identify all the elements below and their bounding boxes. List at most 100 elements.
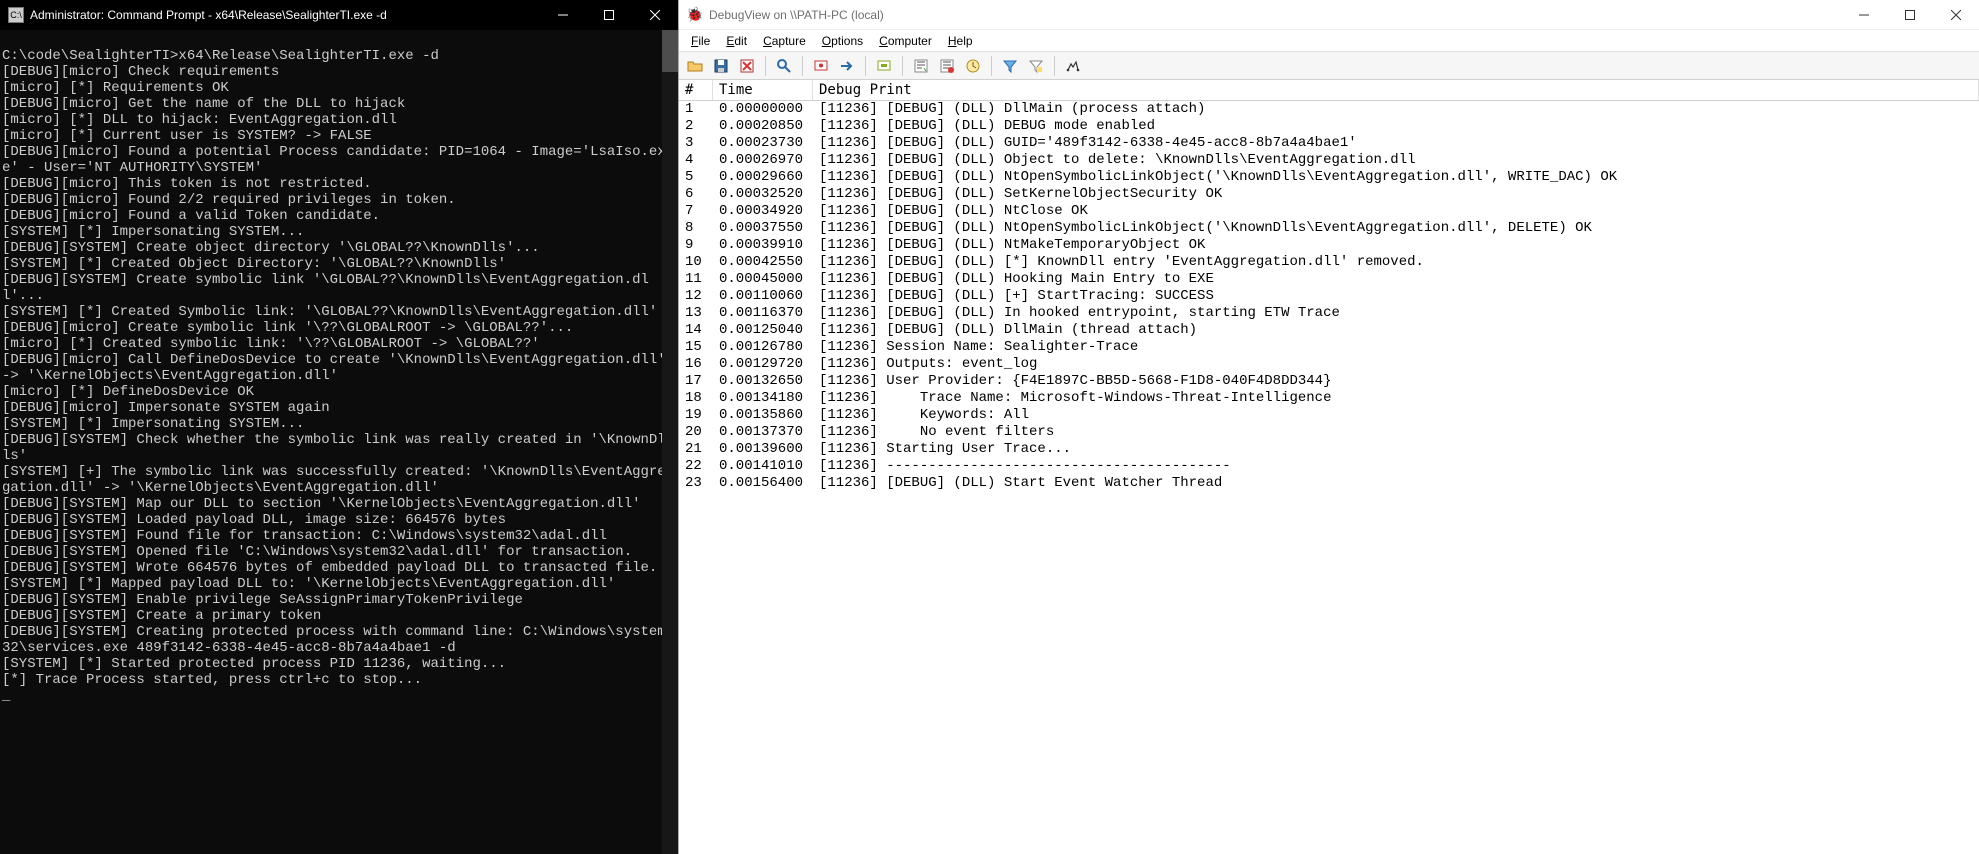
row-time: 0.00126780: [713, 339, 813, 356]
table-row[interactable]: 200.00137370[11236] No event filters: [679, 424, 1979, 441]
dv-list-header[interactable]: # Time Debug Print: [679, 80, 1979, 101]
row-number: 16: [679, 356, 713, 373]
row-number: 11: [679, 271, 713, 288]
highlight-icon[interactable]: [1024, 55, 1048, 77]
clear-icon[interactable]: [735, 55, 759, 77]
minimize-button[interactable]: [1841, 0, 1887, 30]
row-time: 0.00042550: [713, 254, 813, 271]
row-number: 13: [679, 305, 713, 322]
table-row[interactable]: 20.00020850[11236] [DEBUG] (DLL) DEBUG m…: [679, 118, 1979, 135]
row-print: [11236] [DEBUG] (DLL) GUID='489f3142-633…: [813, 135, 1979, 152]
menu-computer[interactable]: Computer: [871, 32, 940, 50]
cmd-titlebar[interactable]: C:\ Administrator: Command Prompt - x64\…: [0, 0, 678, 30]
row-number: 22: [679, 458, 713, 475]
row-print: [11236] User Provider: {F4E1897C-BB5D-56…: [813, 373, 1979, 390]
table-row[interactable]: 220.00141010[11236] --------------------…: [679, 458, 1979, 475]
row-print: [11236] [DEBUG] (DLL) SetKernelObjectSec…: [813, 186, 1979, 203]
capture-kernel-icon[interactable]: [872, 55, 896, 77]
toolbar-separator: [1054, 56, 1055, 76]
row-number: 15: [679, 339, 713, 356]
close-button[interactable]: [1933, 0, 1979, 30]
row-number: 4: [679, 152, 713, 169]
row-print: [11236] [DEBUG] (DLL) NtOpenSymbolicLink…: [813, 220, 1979, 237]
row-number: 21: [679, 441, 713, 458]
minimize-button[interactable]: [540, 0, 586, 30]
menu-edit[interactable]: Edit: [718, 32, 755, 50]
maximize-button[interactable]: [1887, 0, 1933, 30]
table-row[interactable]: 90.00039910[11236] [DEBUG] (DLL) NtMakeT…: [679, 237, 1979, 254]
cmd-icon: C:\: [8, 7, 24, 23]
table-row[interactable]: 170.00132650[11236] User Provider: {F4E1…: [679, 373, 1979, 390]
table-row[interactable]: 30.00023730[11236] [DEBUG] (DLL) GUID='4…: [679, 135, 1979, 152]
table-row[interactable]: 40.00026970[11236] [DEBUG] (DLL) Object …: [679, 152, 1979, 169]
dv-titlebar[interactable]: 🐞 DebugView on \\PATH-PC (local): [679, 0, 1979, 30]
row-time: 0.00023730: [713, 135, 813, 152]
row-time: 0.00032520: [713, 186, 813, 203]
row-number: 14: [679, 322, 713, 339]
row-print: [11236] [DEBUG] (DLL) DEBUG mode enabled: [813, 118, 1979, 135]
table-row[interactable]: 50.00029660[11236] [DEBUG] (DLL) NtOpenS…: [679, 169, 1979, 186]
dv-toolbar: [679, 52, 1979, 80]
maximize-button[interactable]: [586, 0, 632, 30]
dv-list[interactable]: # Time Debug Print 10.00000000[11236] [D…: [679, 80, 1979, 854]
row-print: [11236] [DEBUG] (DLL) Start Event Watche…: [813, 475, 1979, 492]
cmd-scrollbar[interactable]: [662, 30, 678, 854]
history-icon[interactable]: [1061, 55, 1085, 77]
menu-file[interactable]: File: [683, 32, 718, 50]
row-print: [11236] [DEBUG] (DLL) NtMakeTemporaryObj…: [813, 237, 1979, 254]
row-print: [11236] [DEBUG] (DLL) NtOpenSymbolicLink…: [813, 169, 1979, 186]
open-icon[interactable]: [683, 55, 707, 77]
table-row[interactable]: 100.00042550[11236] [DEBUG] (DLL) [*] Kn…: [679, 254, 1979, 271]
table-row[interactable]: 210.00139600[11236] Starting User Trace.…: [679, 441, 1979, 458]
time-format-icon[interactable]: [961, 55, 985, 77]
table-row[interactable]: 180.00134180[11236] Trace Name: Microsof…: [679, 390, 1979, 407]
debugview-icon: 🐞: [687, 7, 703, 23]
row-print: [11236] [DEBUG] (DLL) DllMain (process a…: [813, 101, 1979, 118]
row-print: [11236] [DEBUG] (DLL) NtClose OK: [813, 203, 1979, 220]
find-icon[interactable]: [772, 55, 796, 77]
table-row[interactable]: 130.00116370[11236] [DEBUG] (DLL) In hoo…: [679, 305, 1979, 322]
table-row[interactable]: 230.00156400[11236] [DEBUG] (DLL) Start …: [679, 475, 1979, 492]
table-row[interactable]: 70.00034920[11236] [DEBUG] (DLL) NtClose…: [679, 203, 1979, 220]
command-prompt-window: C:\ Administrator: Command Prompt - x64\…: [0, 0, 678, 854]
cmd-body[interactable]: C:\code\SealighterTI>x64\Release\Sealigh…: [0, 30, 678, 854]
menu-capture[interactable]: Capture: [755, 32, 814, 50]
row-time: 0.00039910: [713, 237, 813, 254]
capture-win32-icon[interactable]: [809, 55, 833, 77]
close-button[interactable]: [632, 0, 678, 30]
row-time: 0.00129720: [713, 356, 813, 373]
table-row[interactable]: 110.00045000[11236] [DEBUG] (DLL) Hookin…: [679, 271, 1979, 288]
table-row[interactable]: 80.00037550[11236] [DEBUG] (DLL) NtOpenS…: [679, 220, 1979, 237]
filter-icon[interactable]: [998, 55, 1022, 77]
table-row[interactable]: 120.00110060[11236] [DEBUG] (DLL) [+] St…: [679, 288, 1979, 305]
row-time: 0.00141010: [713, 458, 813, 475]
row-print: [11236] Outputs: event_log: [813, 356, 1979, 373]
toolbar-separator: [865, 56, 866, 76]
row-time: 0.00125040: [713, 322, 813, 339]
row-print: [11236] [DEBUG] (DLL) [+] StartTracing: …: [813, 288, 1979, 305]
col-header-number[interactable]: #: [679, 80, 713, 100]
row-number: 23: [679, 475, 713, 492]
table-row[interactable]: 10.00000000[11236] [DEBUG] (DLL) DllMain…: [679, 101, 1979, 118]
clear-display-icon[interactable]: [935, 55, 959, 77]
save-icon[interactable]: [709, 55, 733, 77]
menu-help[interactable]: Help: [940, 32, 981, 50]
table-row[interactable]: 160.00129720[11236] Outputs: event_log: [679, 356, 1979, 373]
row-time: 0.00000000: [713, 101, 813, 118]
table-row[interactable]: 190.00135860[11236] Keywords: All: [679, 407, 1979, 424]
autoscroll-icon[interactable]: [909, 55, 933, 77]
row-number: 7: [679, 203, 713, 220]
row-number: 8: [679, 220, 713, 237]
row-time: 0.00135860: [713, 407, 813, 424]
cmd-scroll-thumb[interactable]: [662, 30, 678, 72]
col-header-print[interactable]: Debug Print: [813, 80, 1979, 100]
row-number: 12: [679, 288, 713, 305]
table-row[interactable]: 60.00032520[11236] [DEBUG] (DLL) SetKern…: [679, 186, 1979, 203]
table-row[interactable]: 150.00126780[11236] Session Name: Sealig…: [679, 339, 1979, 356]
debugview-window: 🐞 DebugView on \\PATH-PC (local) File Ed…: [678, 0, 1979, 854]
col-header-time[interactable]: Time: [713, 80, 813, 100]
table-row[interactable]: 140.00125040[11236] [DEBUG] (DLL) DllMai…: [679, 322, 1979, 339]
menu-options[interactable]: Options: [814, 32, 871, 50]
passthrough-icon[interactable]: [835, 55, 859, 77]
row-print: [11236] [DEBUG] (DLL) Object to delete: …: [813, 152, 1979, 169]
